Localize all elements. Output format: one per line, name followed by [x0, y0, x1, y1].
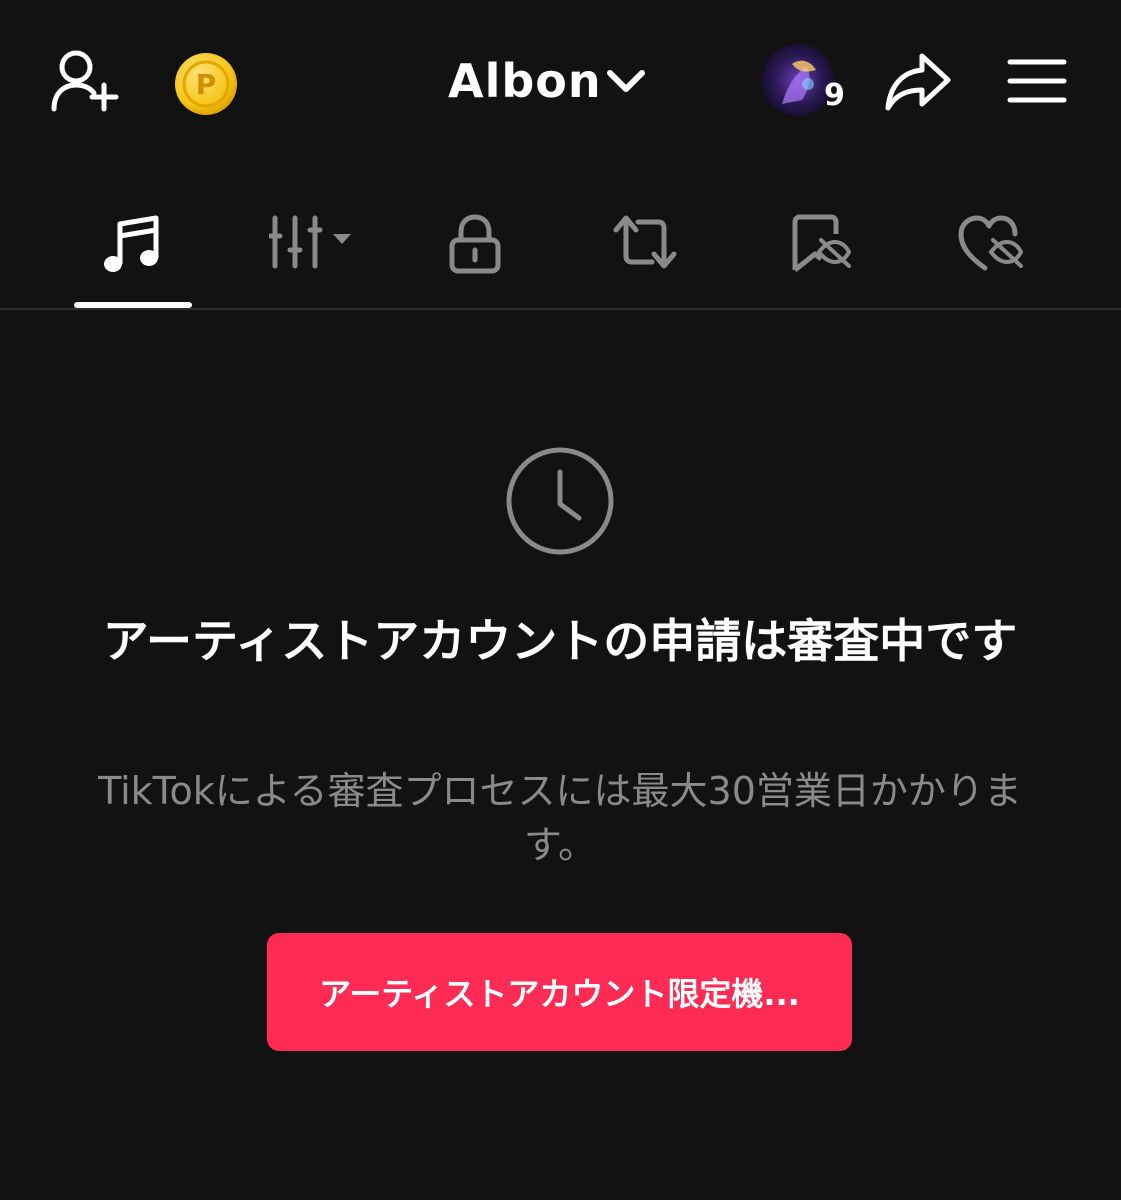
bookmark-hidden-icon	[789, 214, 852, 278]
tab-favorites[interactable]	[750, 190, 890, 308]
username-switcher[interactable]: Albon	[448, 50, 646, 112]
username: Albon	[448, 54, 602, 108]
status-title: アーティストアカウントの申請は審査中です	[102, 614, 1018, 668]
top-bar: P Albon 9	[0, 0, 1121, 160]
heart-hidden-icon	[957, 214, 1024, 278]
coin-icon[interactable]: P	[172, 50, 240, 118]
repost-icon	[612, 214, 678, 274]
add-user-icon[interactable]	[44, 44, 124, 118]
coin-letter: P	[196, 68, 217, 101]
clock-icon	[505, 446, 615, 556]
tab-private[interactable]	[405, 190, 545, 308]
tab-playlist[interactable]	[242, 190, 382, 308]
status-subtitle: TikTokによる審査プロセスには最大30営業日かかります。	[98, 769, 1022, 867]
tabs-divider	[0, 308, 1121, 310]
avatar-badge-count: 9	[824, 78, 845, 113]
tab-reposts[interactable]	[575, 190, 715, 308]
artist-features-button[interactable]: アーティストアカウント限定機...	[267, 933, 852, 1051]
profile-tabs	[0, 190, 1121, 310]
music-note-icon	[102, 214, 162, 280]
artist-features-button-label: アーティストアカウント限定機...	[319, 975, 800, 1013]
chevron-down-icon	[606, 67, 646, 95]
tab-music[interactable]	[62, 190, 202, 308]
tab-liked[interactable]	[920, 190, 1060, 308]
lock-icon	[447, 214, 503, 278]
share-icon[interactable]	[880, 48, 956, 116]
menu-icon[interactable]	[1004, 54, 1070, 108]
grid-dropdown-icon	[267, 214, 355, 274]
avatar-button[interactable]: 9	[762, 44, 852, 116]
